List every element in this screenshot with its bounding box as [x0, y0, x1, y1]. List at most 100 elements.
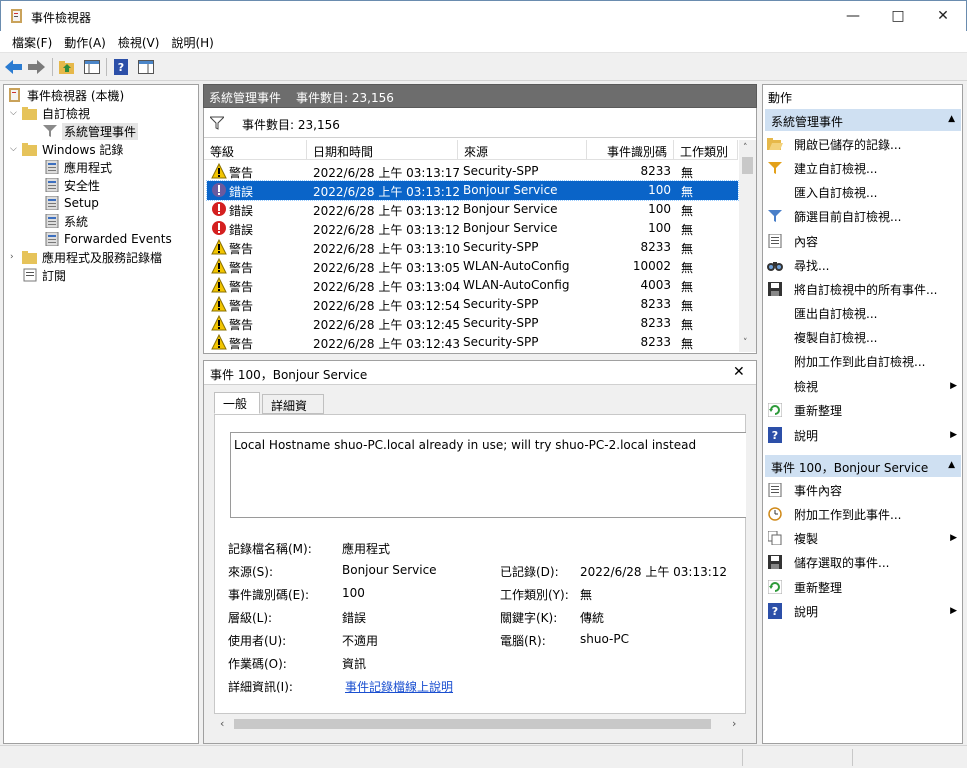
action-copy-custom-view[interactable]: 複製自訂檢視... [767, 326, 959, 348]
folder-up-icon [59, 61, 74, 74]
action-help-event[interactable]: ? 說明 ▶ [767, 600, 959, 622]
cell-event-id: 10002 [632, 259, 671, 273]
table-row[interactable]: 警告 2022/6/28 上午 03:13:05 WLAN-AutoConfig 10… [207, 257, 738, 276]
tree-item-windows-logs[interactable]: ⌵ Windows 記錄 [10, 140, 123, 158]
tab-general[interactable]: 一般 [214, 392, 260, 414]
filter-icon [42, 123, 58, 139]
tree-item-forwarded-events[interactable]: Forwarded Events [44, 230, 172, 248]
tree-item-admin-events[interactable]: 系統管理事件 [42, 122, 139, 140]
action-find[interactable]: 尋找... [767, 254, 959, 276]
blank-icon [767, 329, 783, 345]
chevron-down-icon[interactable]: ⌵ [10, 144, 22, 154]
blank-icon [767, 378, 783, 394]
tab-details[interactable]: 詳細資料 [262, 394, 324, 430]
action-refresh[interactable]: 重新整理 [767, 399, 959, 421]
general-tab-content: Local Hostname shuo-PC.local already in … [214, 414, 746, 714]
column-level[interactable]: 等級 [204, 140, 307, 160]
menu-help[interactable]: 說明(H) [165, 31, 219, 52]
tree-item-application[interactable]: 應用程式 [44, 158, 112, 176]
cell-source: Security-SPP [463, 164, 539, 178]
forward-button[interactable] [27, 57, 47, 77]
tree-item-system[interactable]: 系統 [44, 212, 88, 230]
maximize-button[interactable]: □ [875, 1, 921, 31]
help-button[interactable]: ? [111, 57, 131, 77]
table-row[interactable]: 警告 2022/6/28 上午 03:12:54 Security-SPP 8233 無 [207, 295, 738, 314]
cell-event-id: 4003 [640, 278, 671, 292]
action-import-custom-view[interactable]: 匯入自訂檢視... [767, 181, 959, 203]
properties-icon [767, 233, 783, 249]
close-icon[interactable]: ✕ [733, 364, 745, 380]
action-attach-task-view[interactable]: 附加工作到此自訂檢視... [767, 350, 959, 372]
minimize-icon: — [846, 8, 860, 24]
column-event-id[interactable]: 事件識別碼 [587, 140, 674, 160]
scroll-right-icon[interactable]: › [732, 717, 736, 730]
show-hide-console-tree-button[interactable] [82, 57, 102, 77]
action-save-all-events[interactable]: 將自訂檢視中的所有事件... [767, 278, 959, 300]
scroll-up-icon[interactable]: ˄ [743, 143, 748, 153]
warning-icon [211, 295, 227, 312]
table-row[interactable]: 警告 2022/6/28 上午 03:13:10 Security-SPP 8233 無 [207, 238, 738, 257]
column-source[interactable]: 來源 [458, 140, 587, 160]
tree-item-app-service-logs[interactable]: › 應用程式及服務記錄檔 [10, 248, 162, 266]
scroll-left-icon[interactable]: ‹ [220, 717, 224, 730]
action-view[interactable]: 檢視 ▶ [767, 375, 959, 397]
tree-item-setup[interactable]: Setup [44, 194, 99, 212]
action-help[interactable]: ? 說明 ▶ [767, 424, 959, 446]
collapse-up-icon[interactable]: ▲ [948, 114, 955, 124]
collapse-up-icon[interactable]: ▲ [948, 460, 955, 470]
column-datetime[interactable]: 日期和時間 [307, 140, 458, 160]
table-row[interactable]: 警告 2022/6/28 上午 03:13:04 WLAN-AutoConfig 40… [207, 276, 738, 295]
menu-view[interactable]: 檢視(V) [112, 31, 166, 52]
svg-text:?: ? [118, 61, 124, 74]
event-message[interactable]: Local Hostname shuo-PC.local already in … [230, 432, 746, 518]
close-button[interactable]: ✕ [920, 1, 966, 31]
action-attach-task-event[interactable]: 附加工作到此事件... [767, 503, 959, 525]
vertical-scrollbar[interactable]: ˄ ˅ [739, 140, 756, 352]
action-refresh-event[interactable]: 重新整理 [767, 576, 959, 598]
menu-action[interactable]: 動作(A) [58, 31, 112, 52]
table-row[interactable]: 錯誤 2022/6/28 上午 03:13:12 Bonjour Service 10… [206, 180, 739, 201]
action-event-properties[interactable]: 事件內容 [767, 479, 959, 501]
table-row[interactable]: 錯誤 2022/6/28 上午 03:13:12 Bonjour Service 10… [207, 219, 738, 238]
table-row[interactable]: 警告 2022/6/28 上午 03:13:17 Security-SPP 8233 無 [207, 162, 738, 181]
table-row[interactable]: 錯誤 2022/6/28 上午 03:13:12 Bonjour Service 10… [207, 200, 738, 219]
tree-item-root[interactable]: 事件檢視器 (本機) [7, 86, 124, 104]
chevron-down-icon[interactable]: ⌵ [10, 108, 22, 118]
cell-source: WLAN-AutoConfig [463, 278, 570, 292]
action-create-custom-view[interactable]: 建立自訂檢視... [767, 157, 959, 179]
table-row[interactable]: 警告 2022/6/28 上午 03:12:43 Security-SPP 8233 無 [207, 333, 738, 352]
action-filter-current-view[interactable]: 篩選目前自訂檢視... [767, 205, 959, 227]
actions-section-admin-events[interactable]: 系統管理事件 ▲ [765, 109, 961, 131]
status-bar [0, 745, 967, 768]
folder-icon [22, 249, 38, 265]
action-copy[interactable]: 複製 ▶ [767, 527, 959, 549]
back-button[interactable] [4, 57, 24, 77]
minimize-button[interactable]: — [830, 1, 876, 31]
action-properties[interactable]: 內容 [767, 230, 959, 252]
cell-source: Bonjour Service [463, 202, 558, 216]
scroll-thumb[interactable] [742, 157, 753, 174]
tree-item-subscriptions[interactable]: 訂閱 [22, 266, 66, 284]
horizontal-scrollbar[interactable]: ‹ › [214, 715, 746, 733]
actions-pane: 動作 系統管理事件 ▲ 開啟已儲存的記錄... 建立自訂檢視... 匯入自訂檢視...… [762, 84, 963, 744]
folder-icon [22, 141, 38, 157]
scroll-thumb[interactable] [234, 719, 711, 729]
action-open-saved-log[interactable]: 開啟已儲存的記錄... [767, 133, 959, 155]
show-hide-action-pane-button[interactable] [136, 57, 156, 77]
scroll-down-icon[interactable]: ˅ [743, 338, 748, 348]
table-row[interactable]: 警告 2022/6/28 上午 03:12:45 Security-SPP 8233 無 [207, 314, 738, 333]
action-export-custom-view[interactable]: 匯出自訂檢視... [767, 302, 959, 324]
menu-file[interactable]: 檔案(F) [6, 31, 58, 52]
cell-level: 警告 [229, 261, 254, 275]
user-value: 不適用 [342, 634, 379, 648]
actions-section-event[interactable]: 事件 100，Bonjour Service ▲ [765, 455, 961, 477]
chevron-right-icon[interactable]: › [10, 252, 22, 262]
cell-level: 警告 [229, 318, 254, 332]
up-folder-button[interactable] [57, 57, 77, 77]
tree-item-security[interactable]: 安全性 [44, 176, 100, 194]
action-save-selected-events[interactable]: 儲存選取的事件... [767, 551, 959, 573]
more-info-link[interactable]: 事件記錄檔線上說明 [345, 678, 453, 695]
column-task-category[interactable]: 工作類別 [674, 140, 738, 160]
submenu-arrow-icon: ▶ [950, 430, 957, 440]
tree-item-custom-views[interactable]: ⌵ 自訂檢視 [10, 104, 90, 122]
